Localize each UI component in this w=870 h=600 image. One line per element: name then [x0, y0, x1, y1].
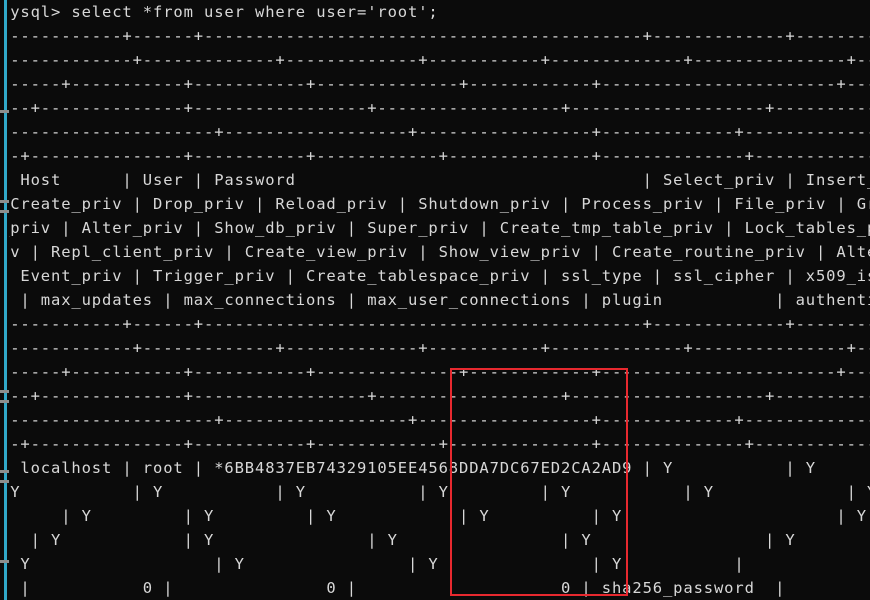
terminal-line: | Y | Y | Y | Y | Y |	[0, 531, 870, 549]
terminal-line: +-----------+------+--------------------…	[0, 315, 870, 333]
terminal-line: ------+-----------+-----------+---------…	[0, 75, 870, 93]
terminal-line: | Host | User | Password | Select_priv |…	[0, 171, 870, 189]
scrollbar-thumb[interactable]	[4, 0, 7, 600]
terminal-line: +--------------------+------------------…	[0, 411, 870, 429]
terminal-line: iv | Repl_client_priv | Create_view_priv…	[0, 243, 870, 261]
terminal-line: 0 | 0 | 0 | 0 | sha256_password | | N	[0, 579, 786, 597]
terminal-line: | Y | Y | Y | Y | |	[0, 555, 870, 573]
scrollbar-tick	[0, 210, 9, 213]
terminal-line: +--------------------+------------------…	[0, 123, 870, 141]
terminal-line: _priv | Alter_priv | Show_db_priv | Supe…	[0, 219, 870, 237]
terminal-line: Create_priv | Drop_priv | Reload_priv | …	[10, 195, 870, 213]
terminal-line: ---+--------------+-----------------+---…	[0, 99, 870, 117]
terminal-line: --+---------------+-----------+---------…	[0, 147, 870, 165]
scrollbar-tick	[0, 560, 9, 563]
scrollbar-tick	[0, 400, 9, 403]
terminal-line: mysql> select *from user where user='roo…	[0, 3, 439, 21]
terminal-line: --+---------------+-----------+---------…	[0, 435, 870, 453]
scrollbar-tick	[0, 200, 9, 203]
terminal-line: Y | Y | Y | Y | Y | Y | Y	[0, 483, 870, 501]
scrollbar-tick	[0, 480, 9, 483]
terminal-line: -------------+-------------+------------…	[0, 339, 870, 357]
terminal-left-rail[interactable]	[0, 0, 9, 600]
scrollbar-tick	[0, 470, 9, 473]
scrollbar-tick	[0, 390, 9, 393]
terminal-line: ---+--------------+-----------------+---…	[0, 387, 870, 405]
scrollbar-tick	[0, 110, 9, 113]
terminal-output[interactable]: mysql> select *from user where user='roo…	[0, 0, 870, 600]
terminal-line: -------------+-------------+------------…	[0, 51, 870, 69]
terminal-line: ------+-----------+-----------+---------…	[0, 363, 870, 381]
terminal-window[interactable]: mysql> select *from user where user='roo…	[0, 0, 870, 600]
terminal-line: | Event_priv | Trigger_priv | Create_tab…	[0, 267, 870, 285]
terminal-line: | localhost | root | *6BB4837EB74329105E…	[0, 459, 816, 477]
terminal-line: | Y | Y | Y | Y | Y | Y	[0, 507, 870, 525]
terminal-line: +-----------+------+--------------------…	[0, 27, 870, 45]
terminal-line: s | max_updates | max_connections | max_…	[0, 291, 870, 309]
